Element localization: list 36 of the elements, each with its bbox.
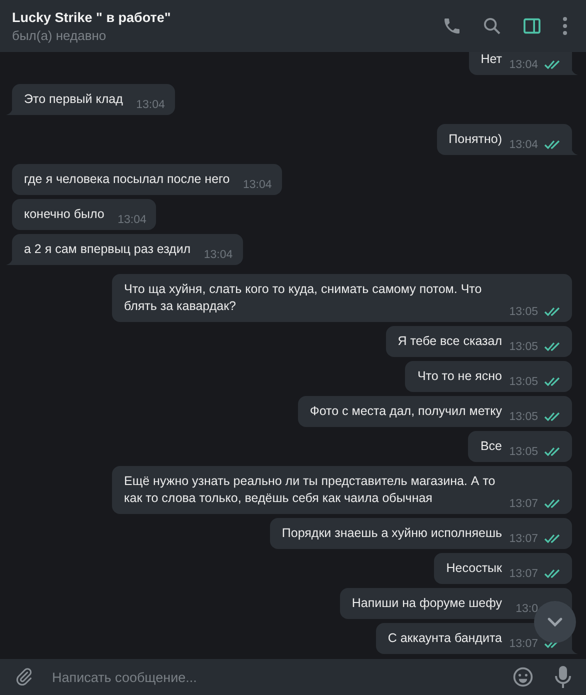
message-time: 13:05 bbox=[509, 446, 538, 458]
last-seen-status: был(а) недавно bbox=[12, 28, 108, 42]
message-text: Несостык bbox=[446, 560, 502, 577]
message-time: 13:04 bbox=[509, 59, 538, 71]
message-time: 13:04 bbox=[118, 214, 146, 226]
message-time: 13:04 bbox=[509, 139, 538, 151]
message-time: 13:04 bbox=[136, 99, 165, 111]
message-input-field[interactable]: Написать сообщение... bbox=[40, 659, 498, 695]
message-text: Я тебе все сказал bbox=[398, 333, 502, 350]
message-time: 13:05 bbox=[509, 306, 538, 318]
message-time: 13:05 bbox=[509, 411, 538, 423]
message-text: конечно было bbox=[24, 206, 104, 223]
message-text: где я человека посылал после него bbox=[24, 171, 230, 188]
message-time: 13:05 bbox=[509, 341, 538, 353]
message-text: Ещё нужно узнать реально ли ты представитель магазина. А то как то слова только, ведёшь себя как чаила обычная bbox=[124, 473, 496, 507]
message-time: 13:05 bbox=[509, 376, 538, 388]
message-time: 13:07 bbox=[509, 498, 538, 510]
message-text: Порядки знаешь а хуйню исполняешь bbox=[282, 525, 502, 542]
message-text: Фото с места дал, получил метку bbox=[310, 403, 502, 420]
message-text: Это первый клад bbox=[24, 91, 123, 108]
message-text: Напиши на форуме шефу bbox=[352, 595, 502, 612]
message-text: Нет bbox=[480, 52, 502, 68]
message-text: а 2 я сам впервыц раз ездил bbox=[24, 241, 191, 258]
message-time: 13:07 bbox=[509, 568, 538, 580]
chevron-down-icon bbox=[547, 617, 563, 627]
message-time: 13:0 bbox=[516, 603, 538, 615]
message-text: Понятно) bbox=[448, 131, 502, 148]
message-time: 13:07 bbox=[509, 533, 538, 545]
message-text: Все bbox=[480, 438, 502, 455]
message-time: 13:07 bbox=[509, 638, 538, 650]
message-time: 13:04 bbox=[204, 249, 233, 261]
chat-title: Lucky Strike " в работе" bbox=[12, 10, 172, 24]
message-text: С аккаунта бандита bbox=[388, 630, 502, 647]
message-time: 13:04 bbox=[242, 179, 272, 191]
message-text: Что ща хуйня, слать кого то куда, снимать самому потом. Что блять за кавардак? bbox=[124, 281, 483, 315]
message-text: Что то не ясно bbox=[417, 368, 502, 385]
